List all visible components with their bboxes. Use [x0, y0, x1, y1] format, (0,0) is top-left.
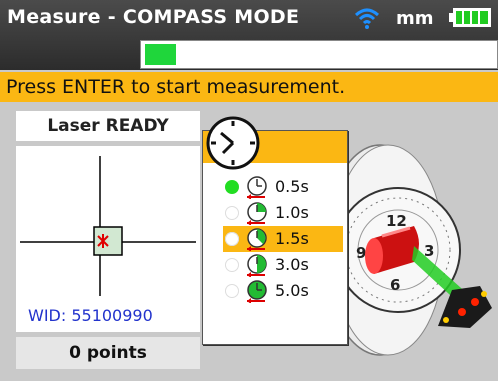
timer-icon	[247, 228, 267, 251]
option-1-5s[interactable]: 1.5s	[223, 226, 343, 252]
option-label: 1.0s	[275, 203, 309, 222]
progress-fill	[145, 44, 176, 65]
dial-number-12: 12	[386, 212, 407, 230]
option-1-0s[interactable]: 1.0s	[223, 200, 343, 226]
option-0-5s[interactable]: 0.5s	[223, 174, 343, 200]
wid-label: WID: 55100990	[28, 306, 153, 325]
radio-3-0s[interactable]	[225, 258, 239, 272]
dial-number-9: 9	[356, 244, 366, 262]
laser-status: Laser READY	[16, 111, 200, 141]
units-label: mm	[396, 8, 434, 29]
dial-number-6: 6	[390, 276, 400, 294]
timer-icon	[247, 280, 267, 303]
option-label: 5.0s	[275, 281, 309, 300]
radio-5-0s[interactable]	[225, 284, 239, 298]
screen-title: Measure - COMPASS MODE	[7, 6, 300, 28]
timer-icon	[247, 254, 267, 277]
battery-icon	[449, 8, 491, 27]
timer-icon	[247, 176, 267, 199]
popup-header	[203, 116, 347, 170]
clock-icon	[206, 116, 260, 170]
option-3-0s[interactable]: 3.0s	[223, 252, 343, 278]
sensor-device	[438, 286, 492, 328]
radio-0-5s[interactable]	[225, 180, 239, 194]
option-5-0s[interactable]: 5.0s	[223, 278, 343, 304]
title-bar: Measure - COMPASS MODE mm	[0, 0, 498, 70]
radio-1-0s[interactable]	[225, 206, 239, 220]
averaging-time-popup: 0.5s 1.0s 1.5s 3.0s 5.0s	[202, 116, 348, 345]
instruction-banner: Press ENTER to start measurement.	[0, 72, 498, 102]
wifi-icon	[354, 8, 380, 29]
option-label: 1.5s	[275, 229, 309, 248]
option-label: 3.0s	[275, 255, 309, 274]
timer-icon	[247, 202, 267, 225]
detector-view: WID: 55100990	[16, 146, 200, 332]
option-label: 0.5s	[275, 177, 309, 196]
measurement-progress-bar	[140, 40, 498, 69]
points-counter: 0 points	[16, 337, 200, 369]
radio-1-5s[interactable]	[225, 232, 239, 246]
crosshair-graphic	[20, 156, 196, 296]
